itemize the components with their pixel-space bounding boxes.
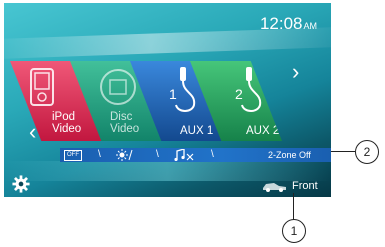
car-fader-icon xyxy=(263,183,286,192)
clock-ampm: AM xyxy=(303,21,318,31)
settings-gear-icon[interactable] xyxy=(12,175,30,193)
aux-badge: 2 xyxy=(235,86,243,102)
source-label: AUX 1 xyxy=(180,125,214,137)
source-label: iPod Video xyxy=(52,111,82,135)
aux-plug-icon: 2 xyxy=(235,67,262,112)
mute-icon[interactable] xyxy=(174,149,196,161)
power-off-icon[interactable]: OFF xyxy=(64,150,82,161)
aux-badge: 1 xyxy=(169,86,177,102)
ipod-video-icon xyxy=(30,68,54,106)
source-tiles: iPod Video Disc Video 1 AUX 1 2 AUX 2 xyxy=(10,61,331,141)
setting-bar[interactable]: OFF \ \ \ 2-Zone Off xyxy=(60,148,331,162)
source-label: Disc Video xyxy=(110,111,140,135)
source-label: AUX 2 xyxy=(246,125,280,137)
dimmer-icon[interactable] xyxy=(116,149,142,161)
separator: \ xyxy=(156,149,159,160)
fader-front-label: Front xyxy=(292,180,318,192)
two-zone-status[interactable]: 2-Zone Off xyxy=(268,149,311,161)
separator: \ xyxy=(211,149,214,160)
callout-leader-line xyxy=(331,151,355,152)
head-unit-screen: 12:08AM › ‹ iPod Video Disc Video 1 AUX … xyxy=(4,3,331,197)
disc-video-icon xyxy=(100,69,136,105)
clock-time: 12:08 xyxy=(259,14,303,33)
separator: \ xyxy=(98,149,101,160)
clock: 12:08AM xyxy=(260,14,317,34)
background-streak xyxy=(4,161,331,181)
callout-1: 1 xyxy=(282,219,306,243)
callout-2: 2 xyxy=(355,140,379,164)
